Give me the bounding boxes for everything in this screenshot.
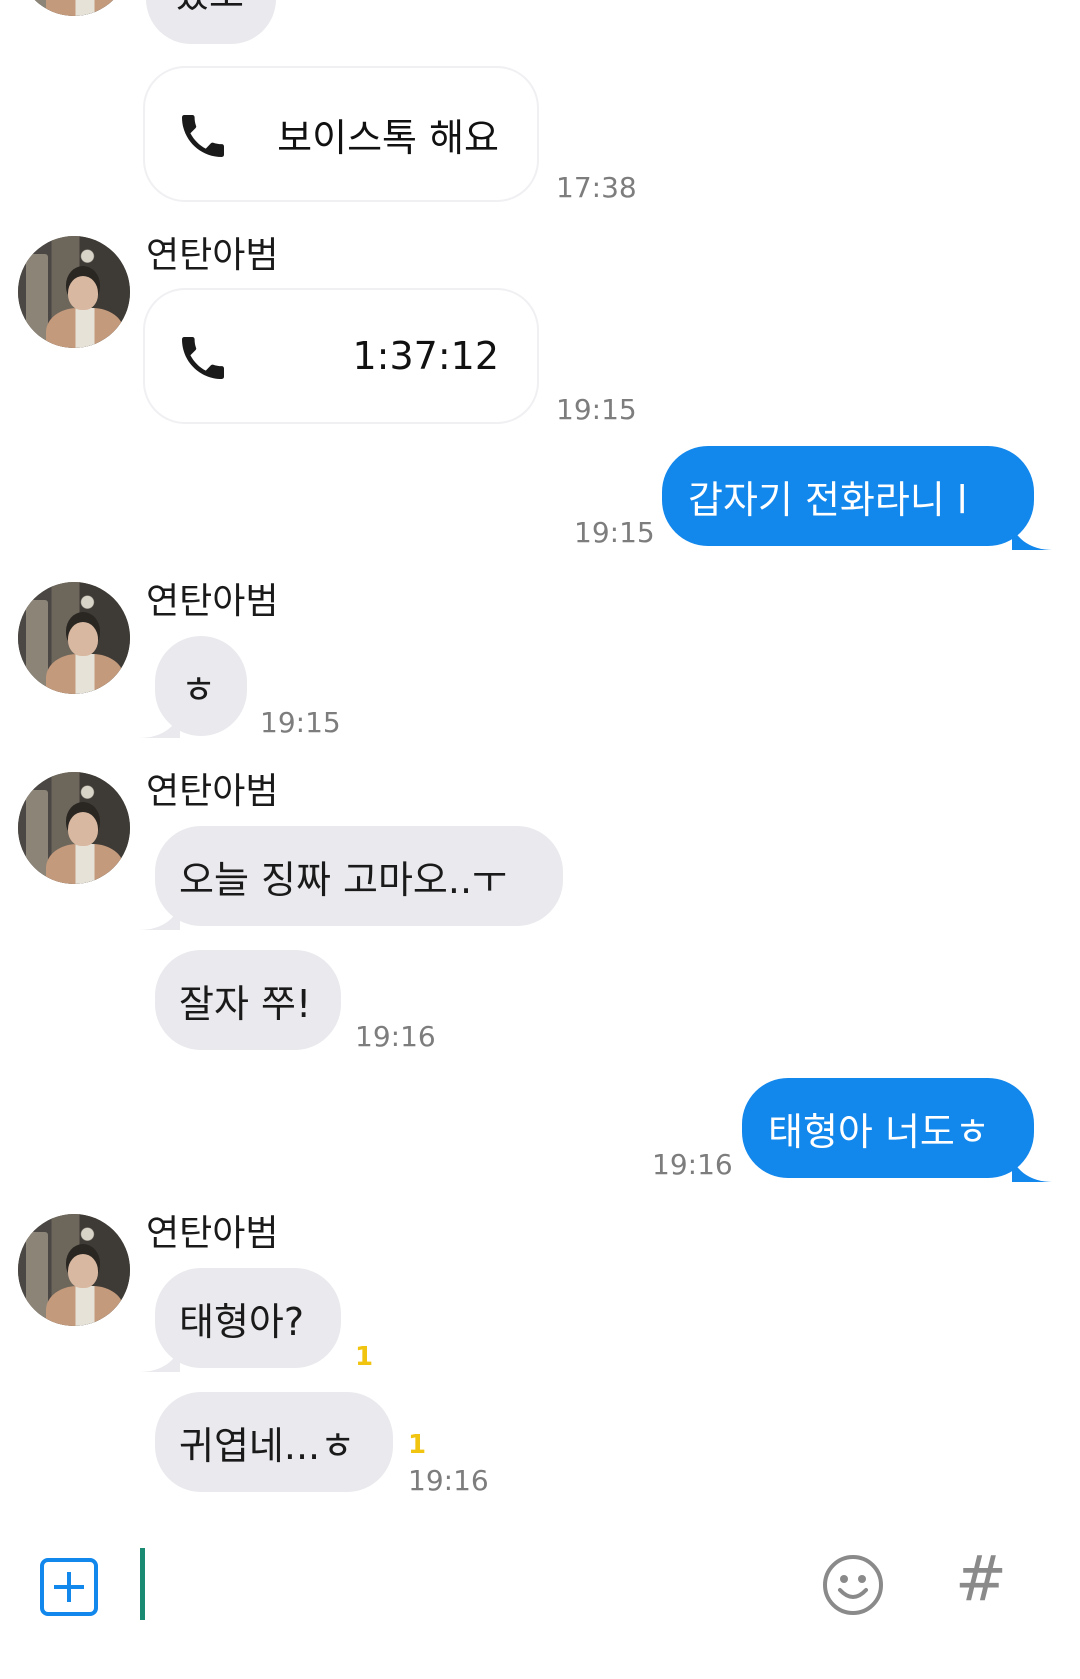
message-input-bar: # [0,1518,1080,1679]
call-label: 보이스톡 해요 [277,115,499,160]
message-time: 19:15 [260,706,341,739]
message-bubble[interactable]: 줬오 [146,0,276,44]
message-text: 태형아 너도ㅎ [768,1109,990,1154]
avatar[interactable] [18,1214,130,1326]
message-bubble[interactable]: 귀엽네...ㅎ [155,1392,393,1492]
message-text: 태형아? [179,1299,305,1344]
sender-name: 연탄아범 [146,771,279,812]
phone-icon [182,115,224,157]
plus-icon[interactable] [40,1558,98,1616]
phone-icon [182,337,224,379]
avatar[interactable] [18,236,130,348]
sender-name: 연탄아범 [146,235,279,276]
message-text: 귀엽네...ㅎ [179,1423,356,1468]
message-bubble-outgoing[interactable]: 태형아 너도ㅎ [742,1078,1034,1178]
message-bubble[interactable]: 오늘 징짜 고마오..ㅜ [155,826,563,926]
message-text: 갑자기 전화라니 l [688,477,968,522]
sender-name: 연탄아범 [146,1213,279,1254]
message-time: 19:15 [574,516,655,549]
message-bubble[interactable]: 태형아? [155,1268,341,1368]
emoji-icon[interactable] [822,1554,884,1616]
message-time: 17:38 [556,171,637,204]
message-input[interactable] [140,1548,145,1620]
message-time: 19:16 [652,1148,733,1181]
call-duration-card[interactable]: 1:37:12 [143,288,539,424]
message-text: 줬오 [174,0,244,18]
message-text: 잘자 쭈! [179,981,312,1026]
avatar[interactable] [18,772,130,884]
call-duration: 1:37:12 [352,334,500,378]
message-bubble[interactable]: 잘자 쭈! [155,950,341,1050]
avatar[interactable] [18,582,130,694]
unread-count: 1 [408,1430,427,1460]
message-bubble-outgoing[interactable]: 갑자기 전화라니 l [662,446,1034,546]
message-time: 19:16 [355,1020,436,1053]
unread-count: 1 [355,1342,374,1372]
sender-name: 연탄아범 [146,581,279,622]
message-text: 오늘 징짜 고마오..ㅜ [179,857,507,902]
message-bubble[interactable]: ㅎ [155,636,247,736]
message-text: ㅎ [181,667,216,712]
hash-icon[interactable]: # [955,1542,1007,1615]
message-time: 19:15 [556,393,637,426]
voice-call-card[interactable]: 보이스톡 해요 [143,66,539,202]
message-time: 19:16 [408,1464,489,1497]
avatar[interactable] [18,0,130,16]
